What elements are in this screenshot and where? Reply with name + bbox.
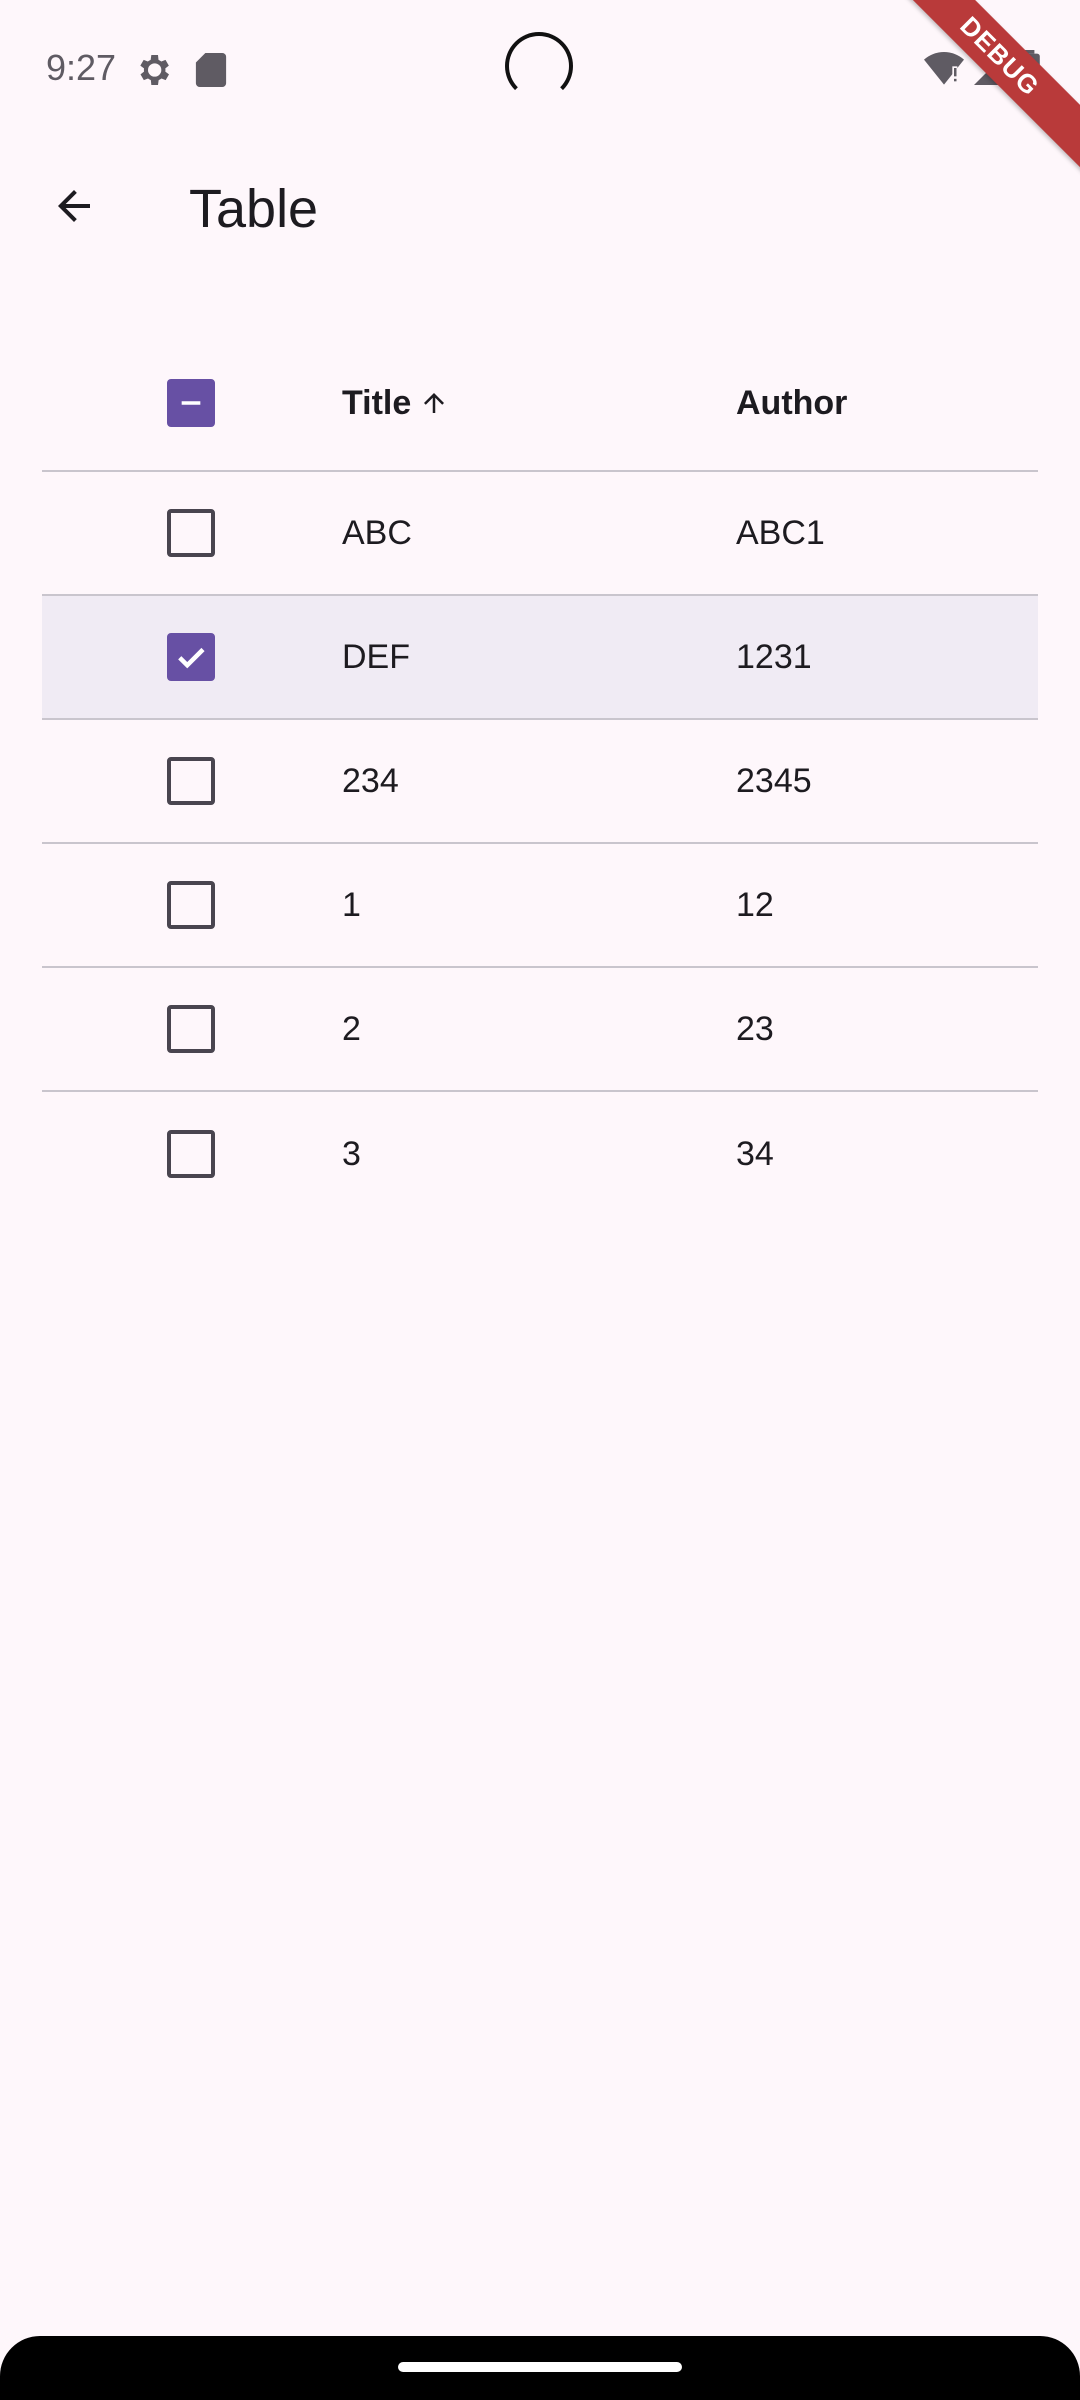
cell-title: 3 — [342, 1134, 361, 1173]
table-row[interactable]: 1 12 — [42, 844, 1038, 968]
table-row[interactable]: DEF 1231 — [42, 596, 1038, 720]
cell-author: ABC1 — [736, 513, 825, 552]
row-checkbox[interactable] — [167, 633, 215, 681]
gear-icon — [133, 50, 173, 90]
arrow-back-icon — [50, 182, 98, 235]
app-bar: Table — [0, 140, 1080, 280]
table-row[interactable]: ABC ABC1 — [42, 472, 1038, 596]
cell-author: 12 — [736, 885, 774, 924]
arrow-up-icon — [419, 388, 449, 418]
row-checkbox-cell — [166, 472, 216, 594]
camera-cutout — [505, 32, 573, 100]
table-row[interactable]: 3 34 — [42, 1092, 1038, 1216]
row-checkbox[interactable] — [167, 1005, 215, 1053]
row-checkbox-cell — [166, 968, 216, 1090]
data-table: Title Author ABC ABC1 DEF 1231 234 2345 — [42, 336, 1038, 1216]
back-button[interactable] — [36, 170, 112, 246]
select-all-checkbox[interactable] — [167, 379, 215, 427]
column-header-title-label: Title — [342, 383, 412, 422]
wifi-icon — [924, 51, 964, 90]
table-row[interactable]: 2 23 — [42, 968, 1038, 1092]
cell-author: 1231 — [736, 637, 812, 676]
column-header-author[interactable]: Author — [736, 336, 847, 470]
column-header-author-label: Author — [736, 383, 848, 422]
status-time: 9:27 — [46, 47, 117, 88]
cell-title: 234 — [342, 761, 399, 800]
row-checkbox[interactable] — [167, 881, 215, 929]
home-indicator[interactable] — [398, 2362, 682, 2372]
page-title: Table — [189, 179, 319, 239]
row-checkbox-cell — [166, 1092, 216, 1216]
table-row[interactable]: 234 2345 — [42, 720, 1038, 844]
check-icon — [178, 647, 205, 669]
cell-author: 23 — [736, 1009, 774, 1048]
cell-title: ABC — [342, 513, 412, 552]
row-checkbox-cell — [166, 596, 216, 718]
status-bar: 9:27 — [0, 0, 1080, 140]
cell-author: 2345 — [736, 761, 812, 800]
row-checkbox[interactable] — [167, 757, 215, 805]
cell-title: DEF — [342, 637, 410, 676]
select-all-cell — [166, 336, 216, 470]
sd-card-icon — [195, 53, 227, 87]
row-checkbox[interactable] — [167, 1130, 215, 1178]
row-checkbox-cell — [166, 844, 216, 966]
row-checkbox[interactable] — [167, 509, 215, 557]
column-header-title[interactable]: Title — [342, 336, 449, 470]
cell-title: 2 — [342, 1009, 361, 1048]
cell-author: 34 — [736, 1134, 774, 1173]
row-checkbox-cell — [166, 720, 216, 842]
cell-title: 1 — [342, 885, 361, 924]
table-header-row: Title Author — [42, 336, 1038, 472]
